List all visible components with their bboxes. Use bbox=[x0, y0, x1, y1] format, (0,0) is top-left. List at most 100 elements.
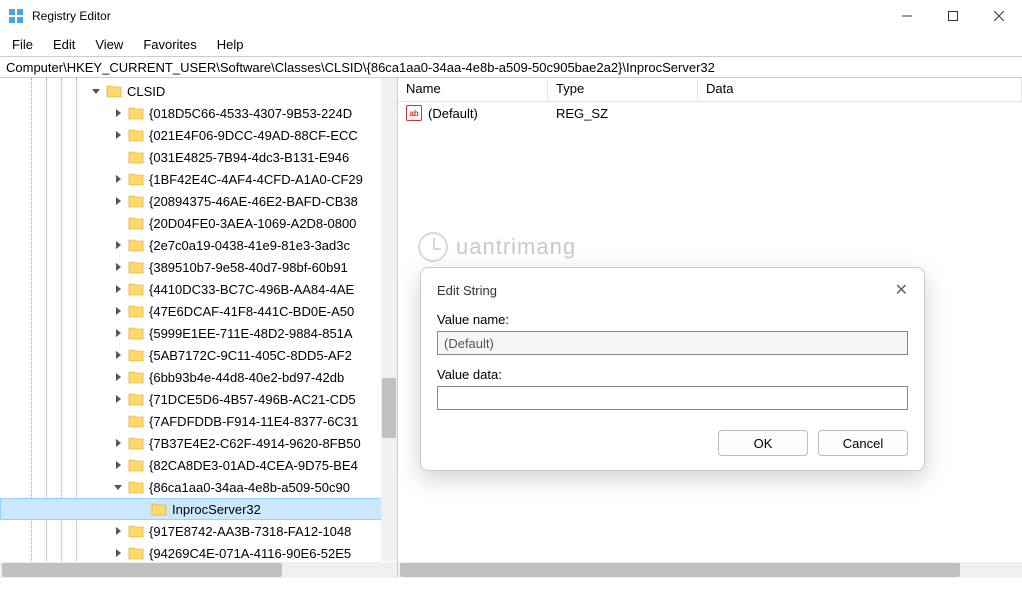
tree-hscroll-thumb[interactable] bbox=[2, 563, 282, 577]
watermark-text: uantrimang bbox=[456, 234, 576, 260]
folder-icon bbox=[151, 502, 167, 516]
close-button[interactable] bbox=[976, 0, 1022, 32]
edit-string-dialog: Edit String ✕ Value name: Value data: OK… bbox=[420, 267, 925, 471]
tree-item[interactable]: {20894375-46AE-46E2-BAFD-CB38 bbox=[0, 190, 397, 212]
dialog-close-icon[interactable]: ✕ bbox=[895, 280, 908, 300]
tree-item[interactable]: {4410DC33-BC7C-496B-AA84-4AE bbox=[0, 278, 397, 300]
tree-expander[interactable] bbox=[112, 129, 124, 141]
tree-pane: CLSID {018D5C66-4533-4307-9B53-224D {021E4… bbox=[0, 78, 398, 578]
tree-expander[interactable] bbox=[112, 349, 124, 361]
tree-expander[interactable] bbox=[112, 525, 124, 537]
dialog-titlebar: Edit String ✕ bbox=[421, 268, 924, 308]
tree-vscroll-thumb[interactable] bbox=[382, 378, 396, 438]
folder-icon bbox=[128, 282, 144, 296]
tree-expander[interactable] bbox=[112, 459, 124, 471]
tree-item[interactable]: {018D5C66-4533-4307-9B53-224D bbox=[0, 102, 397, 124]
tree-item[interactable]: {031E4825-7B94-4dc3-B131-E946 bbox=[0, 146, 397, 168]
tree-expander[interactable] bbox=[112, 195, 124, 207]
tree-label: {7B37E4E2-C62F-4914-9620-8FB50 bbox=[149, 436, 365, 451]
list-row[interactable]: ab (Default) REG_SZ bbox=[398, 102, 1022, 124]
col-data[interactable]: Data bbox=[698, 78, 1022, 101]
menu-edit[interactable]: Edit bbox=[43, 34, 85, 55]
tree-item[interactable]: CLSID bbox=[0, 80, 397, 102]
tree-expander[interactable] bbox=[112, 437, 124, 449]
folder-icon bbox=[128, 260, 144, 274]
menu-favorites[interactable]: Favorites bbox=[133, 34, 206, 55]
ok-button[interactable]: OK bbox=[718, 430, 808, 456]
tree-expander[interactable] bbox=[112, 283, 124, 295]
folder-icon bbox=[128, 238, 144, 252]
tree-label: {71DCE5D6-4B57-496B-AC21-CD5 bbox=[149, 392, 360, 407]
tree-item[interactable]: {021E4F06-9DCC-49AD-88CF-ECC bbox=[0, 124, 397, 146]
tree-item[interactable]: {7AFDFDDB-F914-11E4-8377-6C31 bbox=[0, 410, 397, 432]
tree-item[interactable]: {389510b7-9e58-40d7-98bf-60b91 bbox=[0, 256, 397, 278]
tree-label: {47E6DCAF-41F8-441C-BD0E-A50 bbox=[149, 304, 358, 319]
folder-icon bbox=[128, 106, 144, 120]
tree-item[interactable]: {917E8742-AA3B-7318-FA12-1048 bbox=[0, 520, 397, 542]
cell-name: ab (Default) bbox=[398, 105, 548, 121]
tree-expander[interactable] bbox=[112, 173, 124, 185]
folder-icon bbox=[128, 216, 144, 230]
tree-item[interactable]: {47E6DCAF-41F8-441C-BD0E-A50 bbox=[0, 300, 397, 322]
menu-file[interactable]: File bbox=[2, 34, 43, 55]
tree-label: {018D5C66-4533-4307-9B53-224D bbox=[149, 106, 356, 121]
list-hscrollbar[interactable] bbox=[398, 562, 1022, 578]
menu-view[interactable]: View bbox=[85, 34, 133, 55]
tree-expander[interactable] bbox=[90, 85, 102, 97]
tree-item[interactable]: {82CA8DE3-01AD-4CEA-9D75-BE4 bbox=[0, 454, 397, 476]
tree-item[interactable]: {1BF42E4C-4AF4-4CFD-A1A0-CF29 bbox=[0, 168, 397, 190]
tree-item[interactable]: {20D04FE0-3AEA-1069-A2D8-0800 bbox=[0, 212, 397, 234]
tree-label: {86ca1aa0-34aa-4e8b-a509-50c90 bbox=[149, 480, 354, 495]
tree-expander[interactable] bbox=[112, 107, 124, 119]
tree-label: {031E4825-7B94-4dc3-B131-E946 bbox=[149, 150, 353, 165]
maximize-button[interactable] bbox=[930, 0, 976, 32]
tree-expander[interactable] bbox=[112, 239, 124, 251]
tree-item[interactable]: {94269C4E-071A-4116-90E6-52E5 bbox=[0, 542, 397, 562]
address-path: Computer\HKEY_CURRENT_USER\Software\Clas… bbox=[6, 60, 715, 75]
list-hscroll-thumb[interactable] bbox=[400, 563, 960, 577]
cancel-button[interactable]: Cancel bbox=[818, 430, 908, 456]
tree-label: {20D04FE0-3AEA-1069-A2D8-0800 bbox=[149, 216, 360, 231]
tree-label: CLSID bbox=[127, 84, 169, 99]
menu-help[interactable]: Help bbox=[207, 34, 254, 55]
tree-item[interactable]: {2e7c0a19-0438-41e9-81e3-3ad3c bbox=[0, 234, 397, 256]
watermark: uantrimang bbox=[418, 232, 576, 262]
tree-item[interactable]: {6bb93b4e-44d8-40e2-bd97-42db bbox=[0, 366, 397, 388]
folder-icon bbox=[128, 458, 144, 472]
col-name[interactable]: Name bbox=[398, 78, 548, 101]
tree-expander[interactable] bbox=[112, 261, 124, 273]
tree-expander[interactable] bbox=[112, 547, 124, 559]
folder-icon bbox=[128, 480, 144, 494]
tree-item[interactable]: {86ca1aa0-34aa-4e8b-a509-50c90 bbox=[0, 476, 397, 498]
tree-expander[interactable] bbox=[112, 371, 124, 383]
tree-item[interactable]: InprocServer32 bbox=[0, 498, 397, 520]
tree-expander[interactable] bbox=[112, 305, 124, 317]
tree-label: {7AFDFDDB-F914-11E4-8377-6C31 bbox=[149, 414, 362, 429]
tree-vscrollbar[interactable] bbox=[381, 78, 397, 561]
folder-icon bbox=[128, 546, 144, 560]
tree-expander[interactable] bbox=[112, 327, 124, 339]
folder-icon bbox=[128, 392, 144, 406]
value-name-input[interactable] bbox=[437, 331, 908, 355]
tree-label: {917E8742-AA3B-7318-FA12-1048 bbox=[149, 524, 355, 539]
folder-icon bbox=[128, 128, 144, 142]
tree-label: {94269C4E-071A-4116-90E6-52E5 bbox=[149, 546, 355, 561]
tree-label: InprocServer32 bbox=[172, 502, 265, 517]
dialog-title-text: Edit String bbox=[437, 283, 497, 298]
tree-item[interactable]: {5999E1EE-711E-48D2-9884-851A bbox=[0, 322, 397, 344]
tree-body[interactable]: CLSID {018D5C66-4533-4307-9B53-224D {021E4… bbox=[0, 78, 397, 562]
minimize-button[interactable] bbox=[884, 0, 930, 32]
address-bar[interactable]: Computer\HKEY_CURRENT_USER\Software\Clas… bbox=[0, 56, 1022, 78]
tree-hscrollbar[interactable] bbox=[0, 562, 397, 578]
window-controls bbox=[884, 0, 1022, 32]
tree-item[interactable]: {71DCE5D6-4B57-496B-AC21-CD5 bbox=[0, 388, 397, 410]
col-type[interactable]: Type bbox=[548, 78, 698, 101]
tree-label: {2e7c0a19-0438-41e9-81e3-3ad3c bbox=[149, 238, 354, 253]
tree-item[interactable]: {5AB7172C-9C11-405C-8DD5-AF2 bbox=[0, 344, 397, 366]
tree-item[interactable]: {7B37E4E2-C62F-4914-9620-8FB50 bbox=[0, 432, 397, 454]
folder-icon bbox=[128, 524, 144, 538]
value-data-input[interactable] bbox=[437, 386, 908, 410]
tree-expander[interactable] bbox=[112, 481, 124, 493]
tree-expander[interactable] bbox=[112, 393, 124, 405]
watermark-icon bbox=[418, 232, 448, 262]
